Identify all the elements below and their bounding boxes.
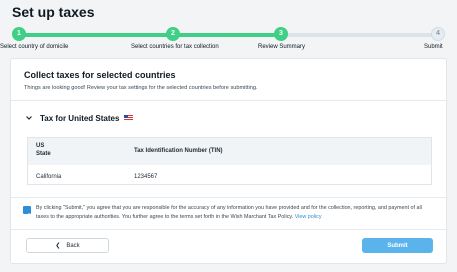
chevron-down-icon[interactable]	[24, 113, 34, 123]
table-cell-tin: 1234567	[134, 174, 158, 180]
stepper-track-complete	[18, 33, 280, 37]
agreement-text: By clicking "Submit," you agree that you…	[36, 205, 422, 220]
progress-stepper: 1 2 3 4 Select country of domicile Selec…	[0, 25, 457, 53]
stepper-track-remaining	[280, 33, 438, 37]
step-3-indicator: 3	[274, 27, 288, 41]
table-cell-state: California	[36, 174, 62, 180]
back-button[interactable]: ❮ Back	[26, 238, 109, 253]
step-1-indicator: 1	[12, 27, 26, 41]
agreement-checkbox[interactable]	[23, 206, 31, 218]
chevron-left-icon: ❮	[55, 243, 61, 249]
step-1-label: Select country of domicile	[0, 44, 69, 50]
table-header	[28, 138, 431, 165]
checkmark-icon	[24, 212, 30, 218]
divider	[11, 229, 448, 230]
divider	[11, 197, 448, 198]
step-2-label: Select countries for tax collection	[131, 44, 219, 50]
country-section-title: Tax for United States	[40, 113, 120, 123]
step-4-indicator: 4	[431, 27, 445, 41]
divider	[11, 100, 448, 101]
tax-setup-page: Set up taxes 1 2 3 4 Select country of d…	[0, 0, 457, 272]
column-header-state: US State	[36, 143, 51, 157]
submit-button[interactable]: Submit	[362, 238, 433, 253]
view-policy-link[interactable]: View policy	[295, 214, 322, 220]
step-3-label: Review Summary	[258, 44, 306, 50]
step-2-indicator: 2	[166, 27, 180, 41]
page-title: Set up taxes	[12, 4, 95, 20]
back-button-label: Back	[66, 242, 80, 249]
column-header-tin: Tax Identification Number (TIN)	[134, 148, 223, 154]
tax-table: US State Tax Identification Number (TIN)…	[27, 137, 432, 185]
card-title: Collect taxes for selected countries	[24, 70, 176, 80]
card-subtitle: Things are looking good! Review your tax…	[24, 85, 258, 91]
tax-summary-card: Collect taxes for selected countries Thi…	[10, 58, 448, 264]
step-4-label: Submit	[424, 44, 443, 50]
us-flag-icon	[124, 115, 134, 121]
country-section-header[interactable]: Tax for United States	[24, 112, 134, 124]
